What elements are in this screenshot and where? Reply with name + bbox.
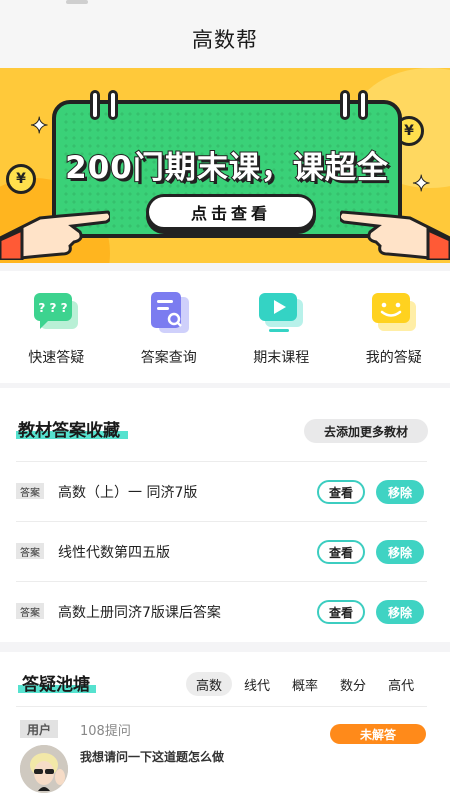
user-tag: 用户 <box>20 720 58 738</box>
app-header: 高数帮 <box>0 10 450 68</box>
view-button[interactable]: 查看 <box>317 480 365 504</box>
question-text[interactable]: 我想请问一下这道题怎么做 <box>80 748 224 765</box>
qa-pond-section: 答疑池塘 高数 线代 概率 数分 高代 用户 108提问 未解答 我想请问一下这… <box>0 652 450 800</box>
textbook-title[interactable]: 高数（上）一 同济7版 <box>58 482 197 502</box>
quick-item-label: 快速答疑 <box>28 350 85 366</box>
tab-linear-algebra[interactable]: 线代 <box>234 672 280 696</box>
textbook-title[interactable]: 线性代数第四五版 <box>58 542 170 562</box>
status-bar <box>0 0 450 10</box>
quick-item-fast-answer[interactable]: ? ? ? 快速答疑 <box>0 271 113 383</box>
quick-menu: ? ? ? 快速答疑 答案查询 期末课程 我的答疑 <box>0 271 450 383</box>
status-indicator <box>66 0 88 4</box>
section-title: 答疑池塘 <box>22 675 90 695</box>
view-button[interactable]: 查看 <box>317 540 365 564</box>
view-button[interactable]: 查看 <box>317 600 365 624</box>
tab-probability[interactable]: 概率 <box>282 672 328 696</box>
tab-math-analysis[interactable]: 数分 <box>330 672 376 696</box>
divider <box>16 706 427 707</box>
textbook-title[interactable]: 高数上册同济7版课后答案 <box>58 602 221 622</box>
textbook-row: 答案 高数（上）一 同济7版 查看 移除 <box>16 461 427 521</box>
clip-icon <box>90 90 100 120</box>
add-textbook-button[interactable]: 去添加更多教材 <box>304 419 428 443</box>
sparkle-icon: ✦ <box>29 114 49 140</box>
clip-icon <box>108 90 118 120</box>
remove-button[interactable]: 移除 <box>376 540 424 564</box>
quick-item-final-courses[interactable]: 期末课程 <box>225 271 338 383</box>
coin-symbol: ¥ <box>404 123 414 139</box>
textbook-collection-section: 教材答案收藏 去添加更多教材 答案 高数（上）一 同济7版 查看 移除 答案 线… <box>0 388 450 642</box>
app: 高数帮 ¥ ¥ ✦ ✦ 200门期末课，课超全 点击查看 ? ? ? 快速答疑 … <box>0 0 450 800</box>
chat-question-icon: ? ? ? <box>34 293 79 329</box>
answer-tag: 答案 <box>16 543 44 559</box>
quick-item-label: 我的答疑 <box>365 350 422 366</box>
smile-chat-icon <box>371 293 416 331</box>
page-title: 高数帮 <box>192 28 258 52</box>
status-badge: 未解答 <box>330 724 426 744</box>
question-count: 108提问 <box>80 724 131 739</box>
quick-item-label: 期末课程 <box>253 350 310 366</box>
pointing-hand-left-icon <box>0 210 110 260</box>
tab-advanced-algebra[interactable]: 高代 <box>378 672 424 696</box>
textbook-row: 答案 线性代数第四五版 查看 移除 <box>16 521 427 581</box>
answer-tag: 答案 <box>16 483 44 499</box>
video-play-icon <box>259 293 304 332</box>
user-avatar-image <box>20 745 68 793</box>
svg-text:? ? ?: ? ? ? <box>39 301 68 315</box>
answer-tag: 答案 <box>16 603 44 619</box>
category-tabs: 高数 线代 概率 数分 高代 <box>186 672 426 696</box>
document-search-icon <box>150 292 189 333</box>
section-title: 教材答案收藏 <box>18 421 120 441</box>
pointing-hand-right-icon <box>340 210 450 260</box>
textbook-row: 答案 高数上册同济7版课后答案 查看 移除 <box>16 581 427 641</box>
tab-advanced-math[interactable]: 高数 <box>186 672 233 696</box>
remove-button[interactable]: 移除 <box>376 480 424 504</box>
banner-cta-button[interactable]: 点击查看 <box>146 194 316 230</box>
clip-icon <box>340 90 350 120</box>
clip-icon <box>358 90 368 120</box>
quick-item-label: 答案查询 <box>140 350 197 366</box>
sparkle-icon: ✦ <box>411 172 431 198</box>
avatar[interactable] <box>20 745 68 793</box>
promo-banner[interactable]: ¥ ¥ ✦ ✦ 200门期末课，课超全 点击查看 <box>0 68 450 263</box>
quick-item-my-answers[interactable]: 我的答疑 <box>338 271 450 383</box>
banner-headline: 200门期末课，课超全 <box>64 149 389 187</box>
coin-symbol: ¥ <box>16 171 26 187</box>
quick-item-answer-search[interactable]: 答案查询 <box>113 271 226 383</box>
coin-icon: ¥ <box>6 164 36 194</box>
remove-button[interactable]: 移除 <box>376 600 424 624</box>
